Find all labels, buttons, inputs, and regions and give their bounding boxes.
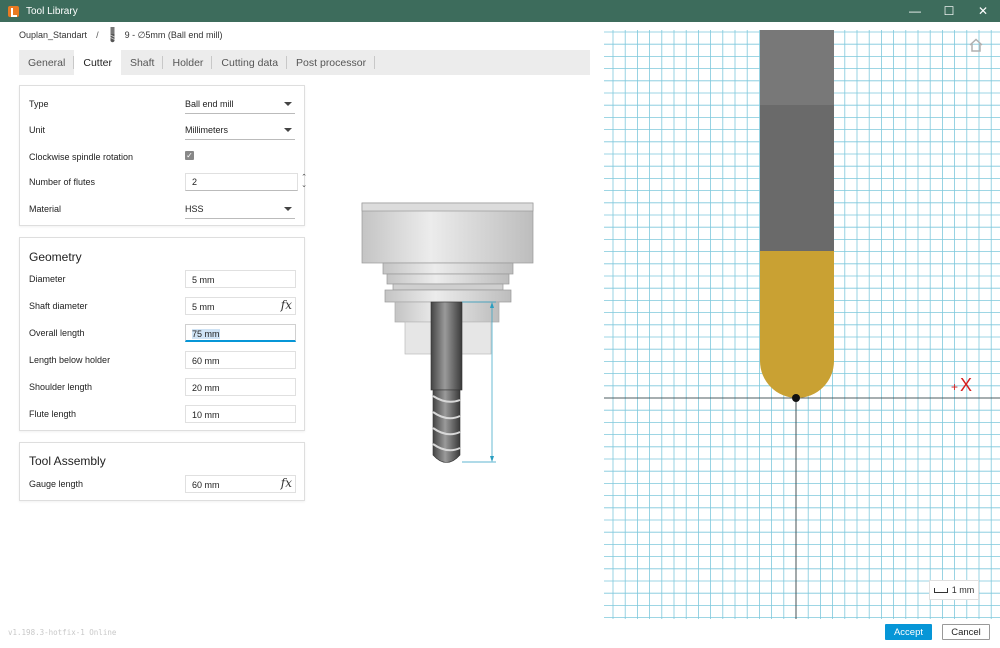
title-bar: Tool Library — ☐ ✕ <box>0 0 1000 22</box>
tab-cutter[interactable]: Cutter <box>74 50 121 75</box>
material-select[interactable]: HSS <box>185 200 295 219</box>
overall-length-label: Overall length <box>29 328 85 338</box>
overall-length-value: 75 mm <box>192 329 220 339</box>
minimize-button[interactable]: — <box>898 0 932 22</box>
x-axis-marker: + X <box>951 376 972 394</box>
formula-icon[interactable]: fx <box>281 476 292 490</box>
cancel-button[interactable]: Cancel <box>942 624 990 640</box>
chevron-down-icon <box>284 128 292 132</box>
gauge-length-row: Gauge length 60 mm fx <box>20 475 304 495</box>
stepper-up-icon[interactable]: ⌃ <box>299 174 309 182</box>
clockwise-row: Clockwise spindle rotation ✓ <box>20 148 304 168</box>
diameter-field[interactable]: 5 mm <box>185 270 296 288</box>
tab-bar: General Cutter Shaft Holder Cutting data… <box>19 50 590 75</box>
gauge-length-field[interactable]: 60 mm fx <box>185 475 296 493</box>
flute-length-field[interactable]: 10 mm <box>185 405 296 423</box>
shoulder-length-row: Shoulder length 20 mm <box>20 378 304 398</box>
chevron-down-icon <box>284 102 292 106</box>
gauge-length-value: 60 mm <box>192 480 220 490</box>
unit-row: Unit Millimeters <box>20 121 304 141</box>
tool-preview-viewport[interactable] <box>604 30 1000 619</box>
clockwise-checkbox[interactable]: ✓ <box>185 151 194 160</box>
overall-length-field[interactable]: 75 mm <box>185 324 296 342</box>
type-select[interactable]: Ball end mill <box>185 95 295 114</box>
tool-profile <box>760 30 834 402</box>
cutter-panel: Type Ball end mill Unit Millimeters Cloc… <box>19 85 307 226</box>
scale-legend: 1 mm <box>929 580 979 600</box>
tool-holder-diagram <box>361 202 534 463</box>
tab-general[interactable]: General <box>19 50 75 75</box>
clockwise-label: Clockwise spindle rotation <box>29 152 134 162</box>
shank-upper <box>760 30 834 105</box>
diameter-row: Diameter 5 mm <box>20 270 304 290</box>
scale-bar-icon <box>933 587 948 593</box>
axis-label: X <box>960 375 973 395</box>
version-label: v1.198.3-hotfix-1 Online <box>8 628 117 637</box>
shaft-diameter-label: Shaft diameter <box>29 301 88 311</box>
chevron-down-icon <box>284 207 292 211</box>
accept-button[interactable]: Accept <box>885 624 932 640</box>
unit-value: Millimeters <box>185 125 229 135</box>
flutes-stepper[interactable]: 2 ⌃ ⌄ <box>185 173 307 191</box>
geometry-panel: Geometry Diameter 5 mm Shaft diameter 5 … <box>19 237 305 431</box>
material-label: Material <box>29 204 62 214</box>
window-controls: — ☐ ✕ <box>898 0 1000 22</box>
flute-length-row: Flute length 10 mm <box>20 405 304 425</box>
flutes-value: 2 <box>192 177 198 187</box>
material-value: HSS <box>185 204 204 214</box>
shoulder-length-label: Shoulder length <box>29 382 93 392</box>
tab-cutting-data[interactable]: Cutting data <box>212 50 287 75</box>
shaft-diameter-field[interactable]: 5 mm fx <box>185 297 296 315</box>
close-button[interactable]: ✕ <box>966 0 1000 22</box>
shoulder-length-value: 20 mm <box>192 383 220 393</box>
material-row: Material HSS <box>20 200 304 220</box>
flutes-label: Number of flutes <box>29 177 96 187</box>
shaft-diameter-value: 5 mm <box>192 302 215 312</box>
breadcrumb-separator: / <box>96 30 99 40</box>
diameter-label: Diameter <box>29 274 66 284</box>
shaft-diameter-row: Shaft diameter 5 mm fx <box>20 297 304 317</box>
app-icon <box>8 5 19 17</box>
scale-label: 1 mm <box>951 585 975 595</box>
stepper-arrows: ⌃ ⌄ <box>299 174 309 192</box>
tab-holder[interactable]: Holder <box>163 50 213 75</box>
length-below-holder-label: Length below holder <box>29 355 111 365</box>
stepper-down-icon[interactable]: ⌄ <box>299 182 309 190</box>
grid-canvas <box>604 30 1000 619</box>
breadcrumb-library[interactable]: Ouplan_Standart <box>19 30 87 40</box>
tab-post-processor[interactable]: Post processor <box>287 50 376 75</box>
type-value: Ball end mill <box>185 99 234 109</box>
tool-assembly-panel: Tool Assembly Gauge length 60 mm fx <box>19 442 305 501</box>
ball-end-mill-icon <box>109 27 115 43</box>
axis-plus: + <box>951 380 959 394</box>
overall-length-row: Overall length 75 mm <box>20 324 304 344</box>
length-below-holder-row: Length below holder 60 mm <box>20 351 304 371</box>
geometry-title: Geometry <box>29 250 82 264</box>
flute-length-value: 10 mm <box>192 410 220 420</box>
flutes-row: Number of flutes 2 ⌃ ⌄ <box>20 173 307 193</box>
maximize-button[interactable]: ☐ <box>932 0 966 22</box>
length-below-holder-field[interactable]: 60 mm <box>185 351 296 369</box>
length-below-holder-value: 60 mm <box>192 356 220 366</box>
breadcrumb-tool: 9 - ∅5mm (Ball end mill) <box>124 29 223 40</box>
tab-shaft[interactable]: Shaft <box>121 50 164 75</box>
tool-assembly-title: Tool Assembly <box>29 454 106 468</box>
type-row: Type Ball end mill <box>20 95 304 115</box>
gauge-length-label: Gauge length <box>29 479 84 489</box>
unit-select[interactable]: Millimeters <box>185 121 295 140</box>
tool-tip-point <box>792 394 800 402</box>
home-icon[interactable] <box>968 38 984 52</box>
flute-section <box>760 251 834 398</box>
shoulder-length-field[interactable]: 20 mm <box>185 378 296 396</box>
type-label: Type <box>29 99 49 109</box>
breadcrumb: Ouplan_Standart / 9 - ∅5mm (Ball end mil… <box>19 27 223 43</box>
shank-lower <box>760 105 834 251</box>
tool-shape <box>430 301 463 463</box>
diameter-value: 5 mm <box>192 275 215 285</box>
formula-icon[interactable]: fx <box>281 298 292 312</box>
unit-label: Unit <box>29 125 46 135</box>
window-title: Tool Library <box>26 5 78 17</box>
flute-length-label: Flute length <box>29 409 77 419</box>
